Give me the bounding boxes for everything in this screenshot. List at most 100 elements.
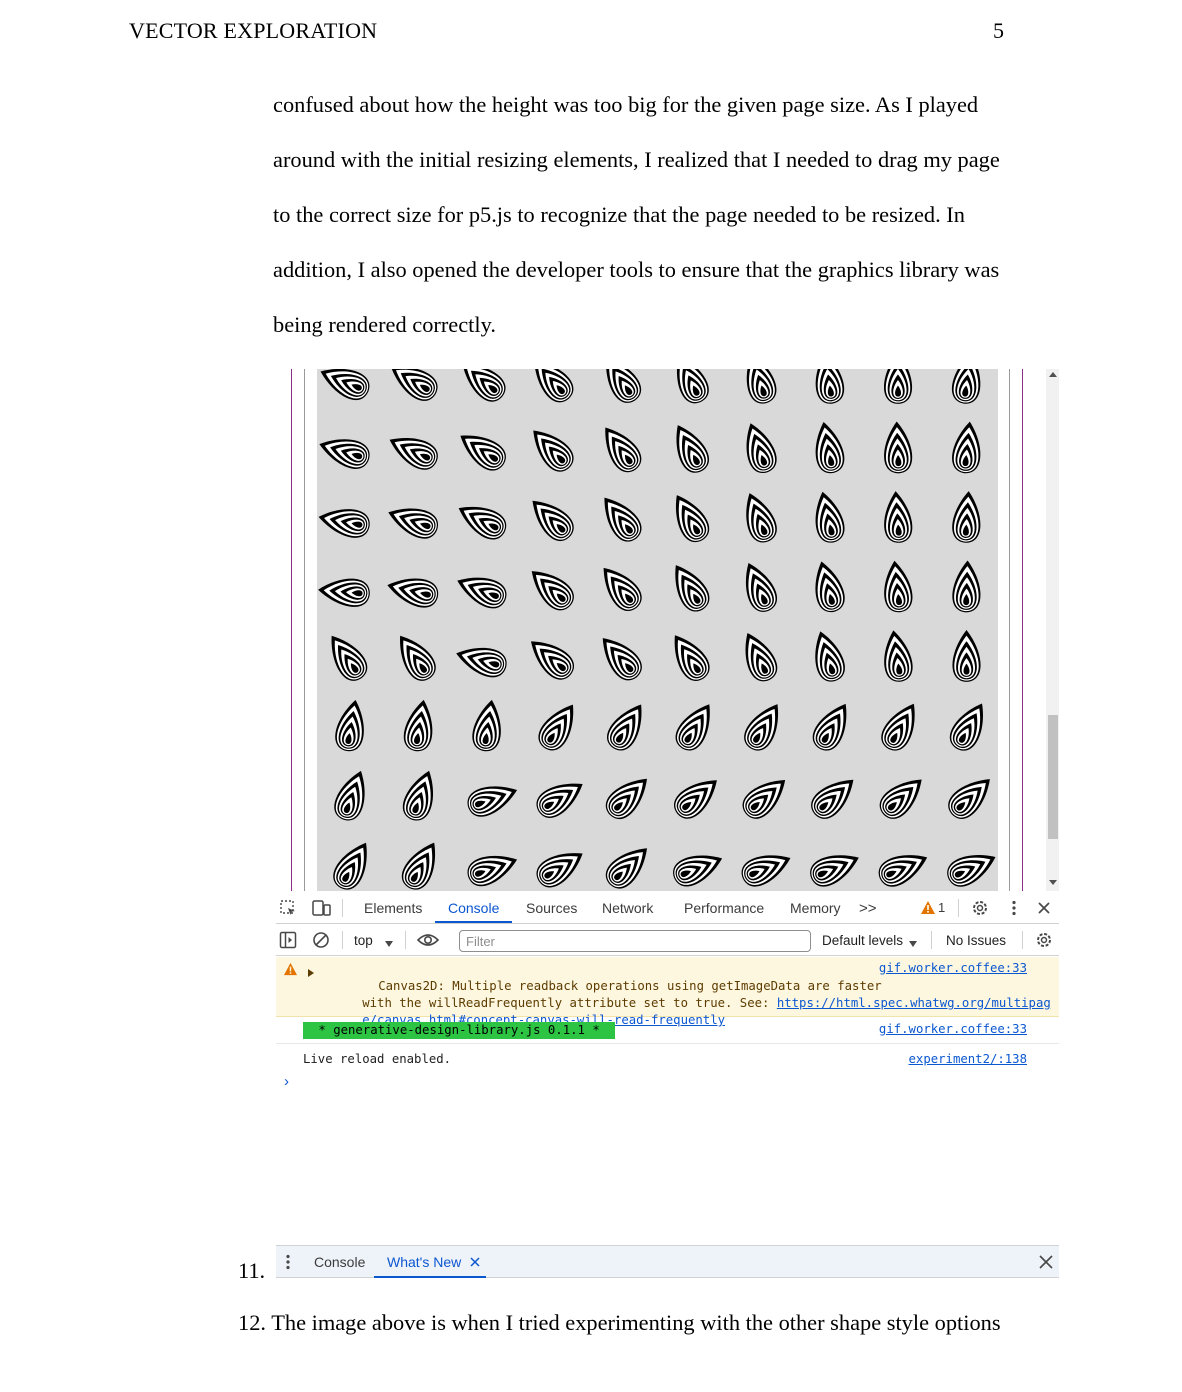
teardrop-shape bbox=[401, 842, 436, 890]
log-levels-dropdown[interactable]: Default levels bbox=[822, 933, 903, 948]
drawer-tab-console[interactable]: Console bbox=[314, 1254, 365, 1270]
p5-canvas bbox=[317, 369, 998, 891]
embedded-screenshot: Elements Console Sources Network Perform… bbox=[276, 369, 1059, 1279]
teardrop-shape bbox=[602, 638, 642, 681]
teardrop-shape bbox=[605, 778, 648, 820]
tab-separator bbox=[342, 899, 343, 917]
teardrop-shape bbox=[538, 704, 574, 751]
devtools-panel: Elements Console Sources Network Perform… bbox=[276, 891, 1059, 1279]
clear-console-icon[interactable] bbox=[312, 931, 330, 952]
tab-sources[interactable]: Sources bbox=[526, 900, 577, 916]
drawer-tab-whats-new[interactable]: What's New bbox=[387, 1254, 461, 1270]
toolbar-separator bbox=[931, 931, 932, 949]
context-selector[interactable]: top bbox=[354, 933, 373, 948]
live-expression-eye-icon[interactable] bbox=[416, 932, 440, 951]
list-item-number: 11. bbox=[238, 1258, 266, 1283]
devtools-tab-bar: Elements Console Sources Network Perform… bbox=[276, 891, 1059, 924]
scroll-down-arrow[interactable] bbox=[1049, 880, 1057, 885]
kebab-menu-icon[interactable] bbox=[1005, 899, 1023, 920]
console-prompt-chevron-icon[interactable]: › bbox=[284, 1073, 289, 1090]
teardrop-shape bbox=[815, 561, 845, 612]
teardrop-shape bbox=[675, 495, 710, 543]
more-tabs-button[interactable]: >> bbox=[859, 900, 877, 917]
tab-elements[interactable]: Elements bbox=[364, 900, 422, 916]
spec-link[interactable]: https://html.spec.whatwg.org/multipag bbox=[777, 996, 1051, 1010]
teardrop-shape bbox=[948, 779, 990, 819]
tab-memory[interactable]: Memory bbox=[790, 900, 841, 916]
close-tab-icon[interactable] bbox=[469, 1255, 481, 1271]
teardrop-shape bbox=[391, 369, 438, 401]
settings-gear-icon[interactable] bbox=[971, 899, 989, 920]
teardrop-shape bbox=[881, 703, 915, 751]
tab-console[interactable]: Console bbox=[448, 900, 499, 916]
teardrop-shape bbox=[333, 842, 367, 890]
teardrop-shape bbox=[402, 770, 433, 821]
teardrop-shape bbox=[811, 779, 854, 819]
teardrop-shape bbox=[462, 369, 506, 402]
teardrop-shape bbox=[403, 699, 433, 752]
page-scrollbar[interactable] bbox=[1046, 369, 1059, 891]
teardrop-shape bbox=[952, 491, 981, 543]
inspect-element-icon[interactable] bbox=[279, 899, 297, 920]
teardrop-shape bbox=[674, 635, 710, 681]
close-icon[interactable] bbox=[1035, 899, 1053, 920]
teardrop-shape bbox=[530, 641, 574, 680]
devtools-drawer-bar: Console What's New bbox=[276, 1245, 1059, 1278]
teardrop-shape bbox=[741, 855, 791, 887]
filter-input[interactable]: Filter bbox=[459, 930, 811, 952]
teardrop-shape bbox=[472, 699, 501, 752]
warning-icon[interactable] bbox=[920, 900, 936, 918]
browser-viewport bbox=[276, 369, 1059, 891]
teardrop-shape bbox=[335, 699, 364, 752]
list-item-number: 12. bbox=[238, 1310, 266, 1335]
teardrop-shape bbox=[673, 855, 723, 887]
console-log-row: * generative-design-library.js 0.1.1 * g… bbox=[276, 1017, 1059, 1044]
source-link[interactable]: gif.worker.coffee:33 bbox=[879, 1022, 1027, 1036]
teardrop-shape bbox=[533, 430, 574, 472]
teardrop-shape bbox=[952, 560, 981, 613]
teardrop-shape bbox=[674, 780, 717, 819]
tab-network[interactable]: Network bbox=[602, 900, 653, 916]
teardrop-shape bbox=[675, 704, 710, 751]
teardrop-shape bbox=[744, 704, 779, 751]
teardrop-shape bbox=[534, 369, 574, 403]
teardrop-shape bbox=[884, 560, 913, 613]
paragraph-line: confused about how the height was too bi… bbox=[273, 92, 979, 117]
teardrop-shape bbox=[675, 565, 710, 612]
active-tab-indicator bbox=[374, 1276, 486, 1278]
teardrop-shape bbox=[742, 780, 786, 819]
live-reload-message: Live reload enabled. bbox=[303, 1052, 452, 1066]
device-toolbar-icon[interactable] bbox=[312, 899, 332, 920]
console-settings-gear-icon[interactable] bbox=[1035, 931, 1053, 952]
page-border-line bbox=[1009, 369, 1010, 891]
chevron-down-icon[interactable] bbox=[384, 935, 394, 951]
issues-counter[interactable]: No Issues bbox=[946, 933, 1006, 948]
teardrop-shape bbox=[884, 491, 913, 543]
teardrop-shape bbox=[676, 369, 709, 404]
teardrop-shape bbox=[947, 855, 996, 887]
teardrop-shape bbox=[320, 369, 370, 401]
tab-performance[interactable]: Performance bbox=[684, 900, 764, 916]
teardrop-shape bbox=[536, 853, 583, 888]
teardrop-shape bbox=[605, 848, 648, 889]
teardrop-shape bbox=[532, 500, 574, 542]
paragraph-line: addition, I also opened the developer to… bbox=[273, 257, 1000, 282]
scroll-up-arrow[interactable] bbox=[1049, 372, 1057, 377]
teardrop-shape bbox=[815, 422, 845, 474]
warning-count[interactable]: 1 bbox=[938, 900, 945, 915]
sidebar-toggle-icon[interactable] bbox=[279, 931, 297, 952]
teardrop-shape bbox=[745, 563, 778, 612]
teardrop-shape bbox=[319, 439, 370, 469]
kebab-menu-icon[interactable] bbox=[281, 1253, 295, 1274]
teardrop-shape bbox=[746, 423, 777, 474]
source-link[interactable]: gif.worker.coffee:33 bbox=[879, 961, 1027, 975]
close-drawer-icon[interactable] bbox=[1038, 1254, 1054, 1273]
paragraph-line: being rendered correctly. bbox=[273, 312, 496, 337]
teardrop-shape bbox=[457, 577, 507, 609]
chevron-down-icon[interactable] bbox=[908, 935, 918, 951]
teardrop-shape bbox=[606, 369, 642, 403]
warning-icon bbox=[283, 962, 298, 979]
scroll-thumb[interactable] bbox=[1048, 715, 1058, 839]
source-link[interactable]: experiment2/:138 bbox=[909, 1052, 1027, 1066]
teardrop-shape bbox=[536, 783, 583, 818]
